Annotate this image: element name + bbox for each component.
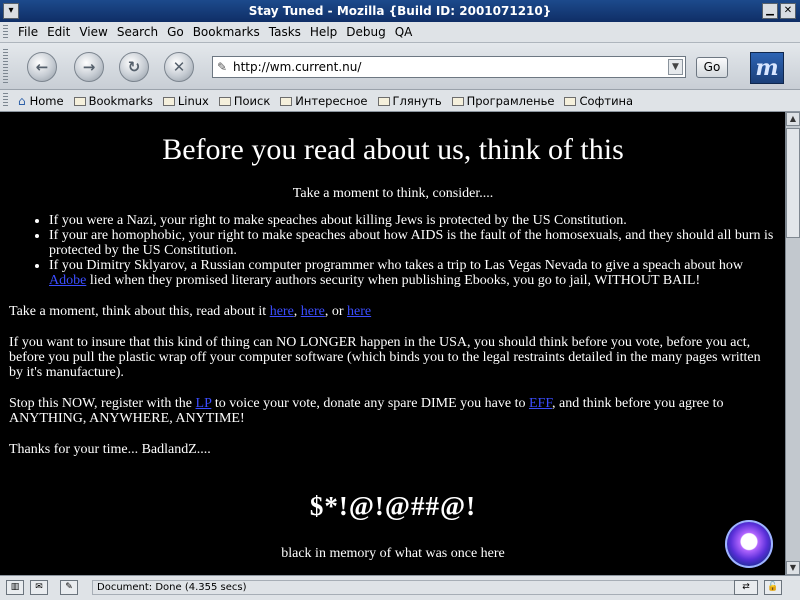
scroll-down-icon[interactable]: ▼ [786,561,800,575]
online-status-icon[interactable]: ⇄ [734,580,758,595]
list-item-text: If you Dimitry Sklyarov, a Russian compu… [49,258,743,273]
status-bar: ▥ ✉ ✎ Document: Done (4.355 secs) ⇄ 🔓 [0,575,800,600]
here-link-2[interactable]: here [301,304,325,319]
paragraph-text: Stop this NOW, register with the [9,396,196,411]
here-link-3[interactable]: here [347,304,371,319]
url-dropdown-icon[interactable]: ▼ [668,59,683,75]
menu-tasks[interactable]: Tasks [269,25,301,39]
paragraph-text: Take a moment, think about this, read ab… [9,304,270,319]
menu-debug[interactable]: Debug [346,25,385,39]
menu-view[interactable]: View [79,25,107,39]
adobe-link[interactable]: Adobe [49,273,86,288]
intro-text: Take a moment to think, consider.... [292,186,494,201]
close-window-icon[interactable]: ✕ [780,3,796,19]
list-item-text: lied when they promised literary authors… [86,273,701,288]
stop-button[interactable]: ✕ [164,52,194,82]
personal-toolbar: ⌂ Home Bookmarks Linux Поиск Интересное Г… [0,90,800,112]
toolbar-linux[interactable]: Linux [162,94,209,108]
toolbar-interesnoe[interactable]: Интересное [280,94,368,108]
folder-icon [451,96,464,106]
toolbar-home-label: Home [29,94,64,108]
toolbar-interesnoe-label: Интересное [295,94,368,108]
toolbar-programlenye-label: Програмленье [466,94,555,108]
forward-button[interactable]: → [74,52,104,82]
reload-icon: ↻ [127,58,141,76]
status-text: Document: Done (4.355 secs) [92,580,740,595]
separator: , [293,304,301,319]
symbols-text: $*!@!@##@! [309,491,477,521]
back-arrow-icon: ← [35,58,49,76]
menu-file[interactable]: File [18,25,38,39]
toolbar-bookmarks-label: Bookmarks [88,94,153,108]
memory-text: black in memory of what was once here [281,546,505,561]
forward-arrow-icon: → [82,58,96,76]
floating-orb-icon[interactable] [725,520,773,568]
eff-link[interactable]: EFF [529,396,552,411]
reload-button[interactable]: ↻ [119,52,149,82]
security-lock-icon: 🔓 [764,580,782,595]
url-field[interactable]: ✎ http://wm.current.nu/ ▼ [212,56,686,78]
go-button[interactable]: Go [696,57,728,78]
lp-link[interactable]: LP [196,396,212,411]
toolbar-poisk[interactable]: Поиск [218,94,271,108]
composer-icon[interactable]: ✎ [60,580,78,595]
navigator-icon[interactable]: ▥ [6,580,24,595]
toolbar-glyanut-label: Глянуть [392,94,442,108]
menu-edit[interactable]: Edit [47,25,70,39]
paragraph-text: to voice your vote, donate any spare DIM… [211,396,529,411]
toolbar-grip-icon[interactable] [3,25,8,39]
stop-icon: ✕ [172,58,186,76]
minimize-icon[interactable]: ▁ [762,3,778,19]
window-title: Stay Tuned - Mozilla {Build ID: 20010712… [248,4,552,18]
toolbar-linux-label: Linux [177,94,209,108]
thanks-text: Thanks for your time... BadlandZ.... [9,442,211,457]
paragraph-insure: If you want to insure that this kind of … [9,335,761,380]
scroll-thumb[interactable] [786,128,800,238]
paragraph-read: Take a moment, think about this, read ab… [9,304,777,319]
scroll-up-icon[interactable]: ▲ [786,112,800,126]
toolbar-grip-icon[interactable] [3,49,8,83]
list-item: If you Dimitry Sklyarov, a Russian compu… [49,258,777,288]
folder-icon [377,96,390,106]
folder-icon [73,96,86,106]
list-item: If you were a Nazi, your right to make s… [49,213,777,228]
bullet-list: If you were a Nazi, your right to make s… [9,213,777,288]
page-content: Before you read about us, think of this … [0,112,785,575]
paragraph-stop: Stop this NOW, register with the LP to v… [9,396,777,426]
toolbar-home[interactable]: ⌂ Home [18,94,64,108]
menu-bar: File Edit View Search Go Bookmarks Tasks… [0,22,800,43]
toolbar-programlenye[interactable]: Програмленье [451,94,555,108]
list-item: If your are homophobic, your right to ma… [49,228,777,258]
menu-search[interactable]: Search [117,25,158,39]
here-link-1[interactable]: here [270,304,294,319]
mozilla-logo[interactable]: m [750,52,784,84]
toolbar-glyanut[interactable]: Глянуть [377,94,442,108]
mail-icon[interactable]: ✉ [30,580,48,595]
toolbar-softina-label: Софтина [579,94,634,108]
home-icon: ⌂ [18,94,26,108]
toolbar-grip-icon[interactable] [3,93,8,107]
page-heading: Before you read about us, think of this [162,133,624,166]
toolbar-softina[interactable]: Софтина [564,94,633,108]
toolbar-poisk-label: Поиск [233,94,271,108]
folder-icon [564,96,577,106]
folder-icon [280,96,293,106]
folder-icon [218,96,231,106]
menu-help[interactable]: Help [310,25,337,39]
url-text[interactable]: http://wm.current.nu/ [233,60,361,74]
menu-bookmarks[interactable]: Bookmarks [193,25,260,39]
back-button[interactable]: ← [27,52,57,82]
toolbar-bookmarks[interactable]: Bookmarks [73,94,153,108]
separator: , or [324,304,348,319]
folder-icon [162,96,175,106]
menu-qa[interactable]: QA [395,25,413,39]
menu-go[interactable]: Go [167,25,184,39]
title-bar: ▾ Stay Tuned - Mozilla {Build ID: 200107… [0,0,800,22]
vertical-scrollbar[interactable]: ▲ ▼ [785,112,800,575]
page-icon: ✎ [217,60,228,74]
